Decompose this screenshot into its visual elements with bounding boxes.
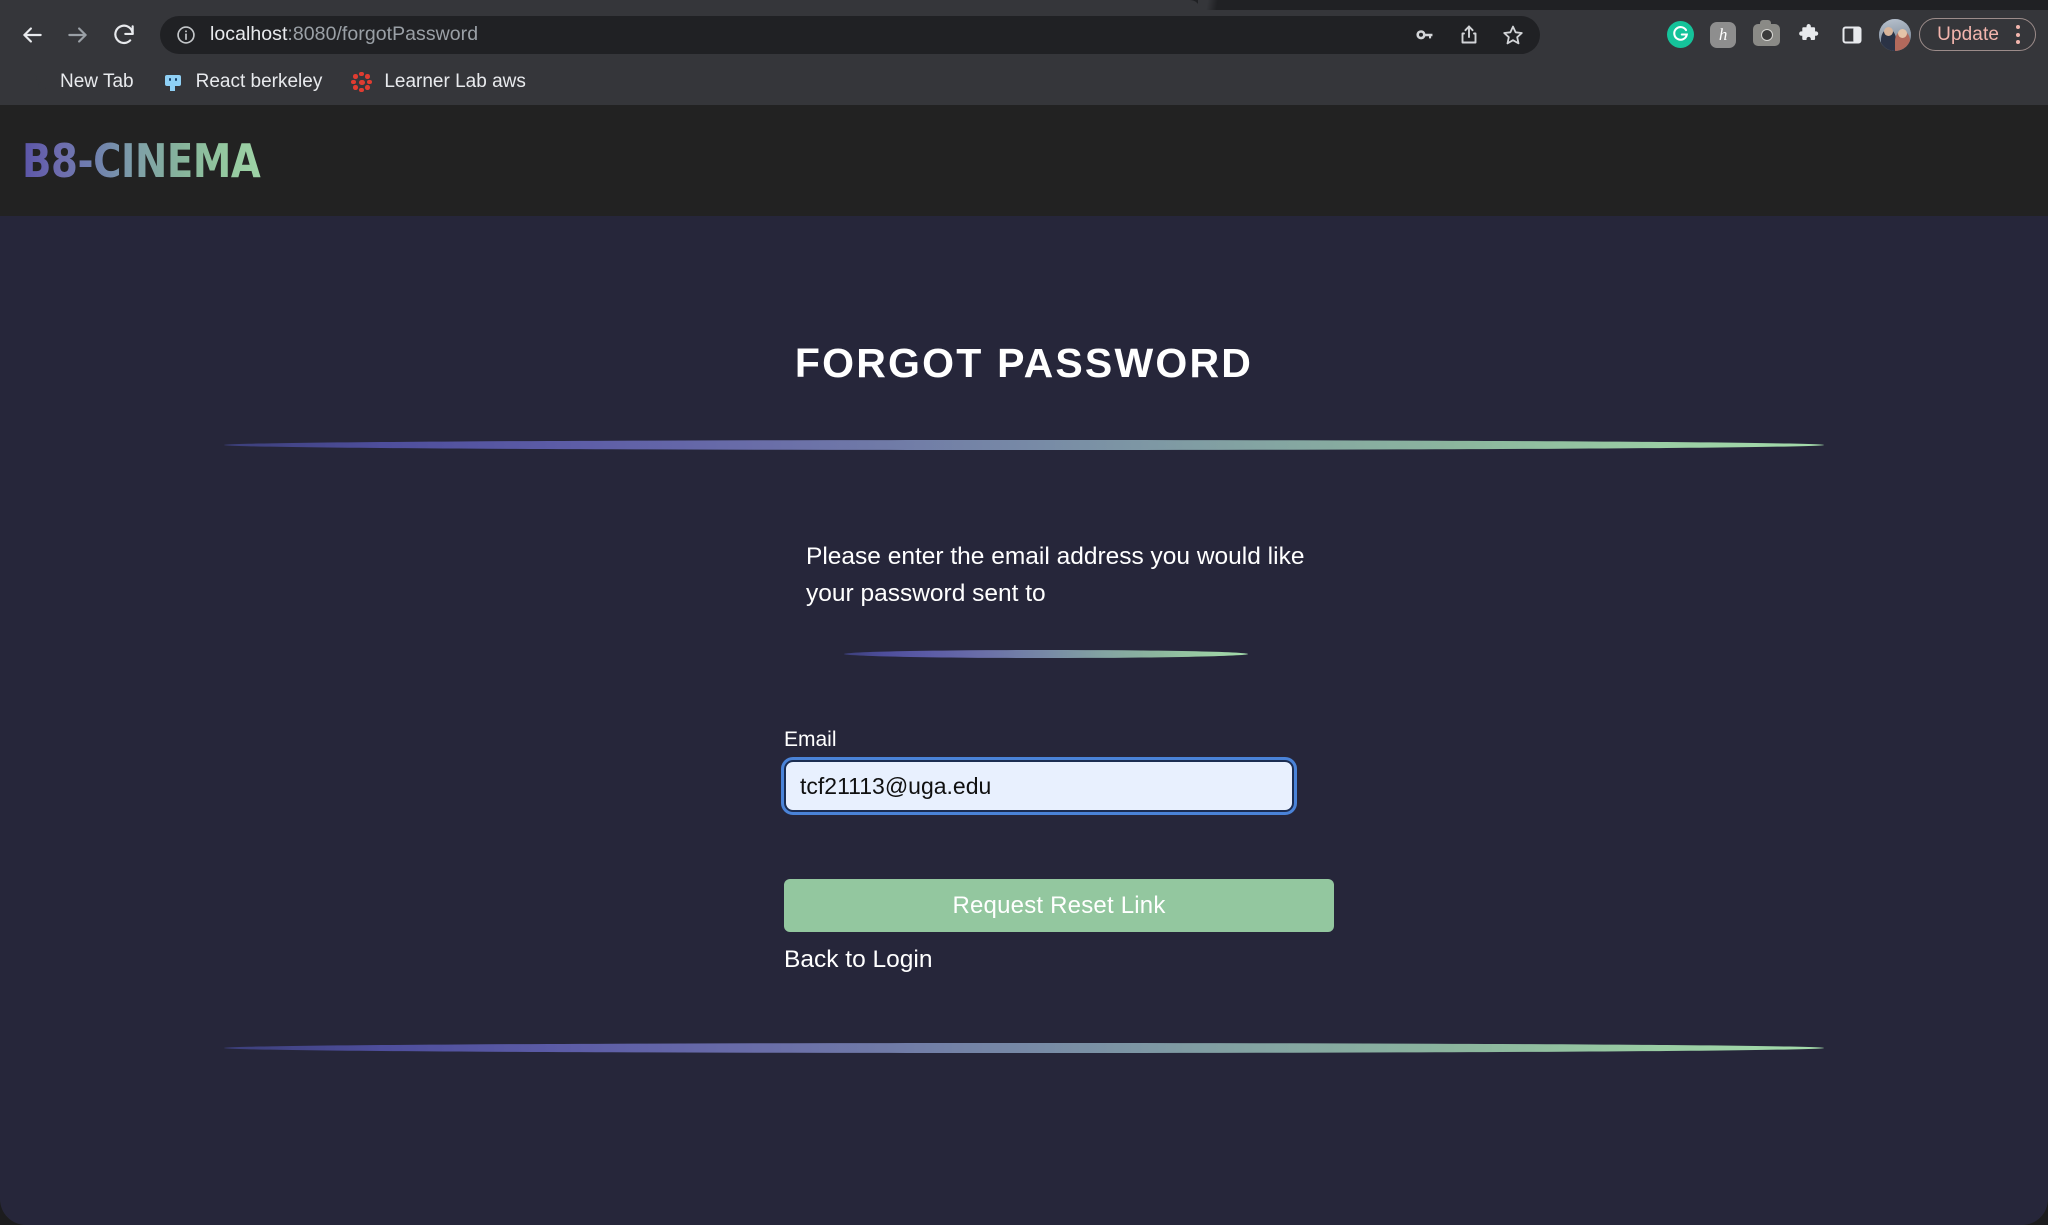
request-reset-link-button[interactable]: Request Reset Link [784,879,1334,933]
reload-icon [114,24,134,44]
url-text: localhost:8080/forgotPassword [210,23,478,46]
honey-extension-icon: h [1710,21,1737,48]
side-panel-button[interactable] [1833,16,1871,54]
tab-strip [0,0,2048,10]
page-content: FORGOT PASSWORD Please enter the email a… [0,216,2048,1225]
instruction-text: Please enter the email address you would… [806,543,1305,608]
grammarly-g-icon [1672,26,1688,41]
bookmark-learner-lab-aws[interactable]: Learner Lab aws [338,65,538,99]
info-circle-icon [177,25,195,44]
globe-icon [26,71,48,93]
tab-tail [1198,0,1224,10]
share-icon [1461,25,1477,43]
grammarly-extension-icon [1666,21,1694,48]
bookmark-label: New Tab [60,71,134,92]
back-button[interactable] [10,13,54,57]
monitor-icon [162,71,184,93]
update-button[interactable]: Update [1919,18,2036,51]
arrow-left-icon [23,26,42,43]
honey-extension-button[interactable]: h [1704,16,1742,54]
bookmark-label: React berkeley [195,71,323,92]
web-page-viewport: B8-CINEMA FORGOT PASSWORD Please enter t… [0,105,2048,1225]
reload-button[interactable] [102,13,146,57]
browser-window: localhost:8080/forgotPassword h Update N… [0,0,2048,1225]
bookmark-react-berkeley[interactable]: React berkeley [150,65,335,99]
grammarly-extension-button[interactable] [1661,16,1699,54]
navigation-buttons [10,13,146,57]
url-host: localhost [210,23,288,45]
page-title: FORGOT PASSWORD [794,340,1254,386]
email-field-block: Email [781,728,1308,816]
update-button-label: Update [1937,23,1999,45]
forward-button[interactable] [56,13,100,57]
divider-middle [844,648,1248,660]
omnibox-actions [1406,16,1532,54]
bookmark-new-tab[interactable]: New Tab [14,65,146,99]
bookmarks-bar: New Tab React berkeley Learner Lab aws [0,59,2048,105]
bookmark-star-button[interactable] [1494,16,1532,54]
email-label: Email [784,728,837,752]
share-button[interactable] [1450,16,1488,54]
browser-toolbar: localhost:8080/forgotPassword h Update [0,10,2048,59]
profile-button[interactable] [1876,16,1914,54]
arrow-right-icon [68,26,87,43]
back-to-login-link[interactable]: Back to Login [784,946,1308,974]
side-panel-icon [1842,26,1862,43]
url-path: :8080/forgotPassword [287,23,479,45]
browser-menu-icon[interactable] [2007,22,2029,48]
site-logo[interactable]: B8-CINEMA [22,134,261,188]
screenshot-extension-button[interactable] [1747,16,1785,54]
forgot-password-form: Please enter the email address you would… [781,538,1334,974]
bookmark-label: Learner Lab aws [384,71,526,92]
divider-top [224,437,1824,453]
key-icon [1416,29,1433,39]
password-key-icon[interactable] [1406,16,1444,54]
screenshot-camera-extension-icon [1752,19,1780,46]
site-info-icon[interactable] [176,25,196,45]
extensions-puzzle-icon [1799,23,1819,40]
divider-middle-wrap [784,648,1308,660]
divider-bottom [224,1040,1824,1056]
toolbar-right-cluster: h Update [1661,10,2036,59]
active-tab[interactable] [0,0,1200,10]
address-bar[interactable]: localhost:8080/forgotPassword [160,15,1540,54]
star-icon [1503,25,1523,44]
site-header: B8-CINEMA [0,105,2048,216]
profile-avatar [1879,18,1912,51]
email-input[interactable] [781,757,1297,816]
canvas-icon [350,71,372,93]
extensions-button[interactable] [1790,16,1828,54]
